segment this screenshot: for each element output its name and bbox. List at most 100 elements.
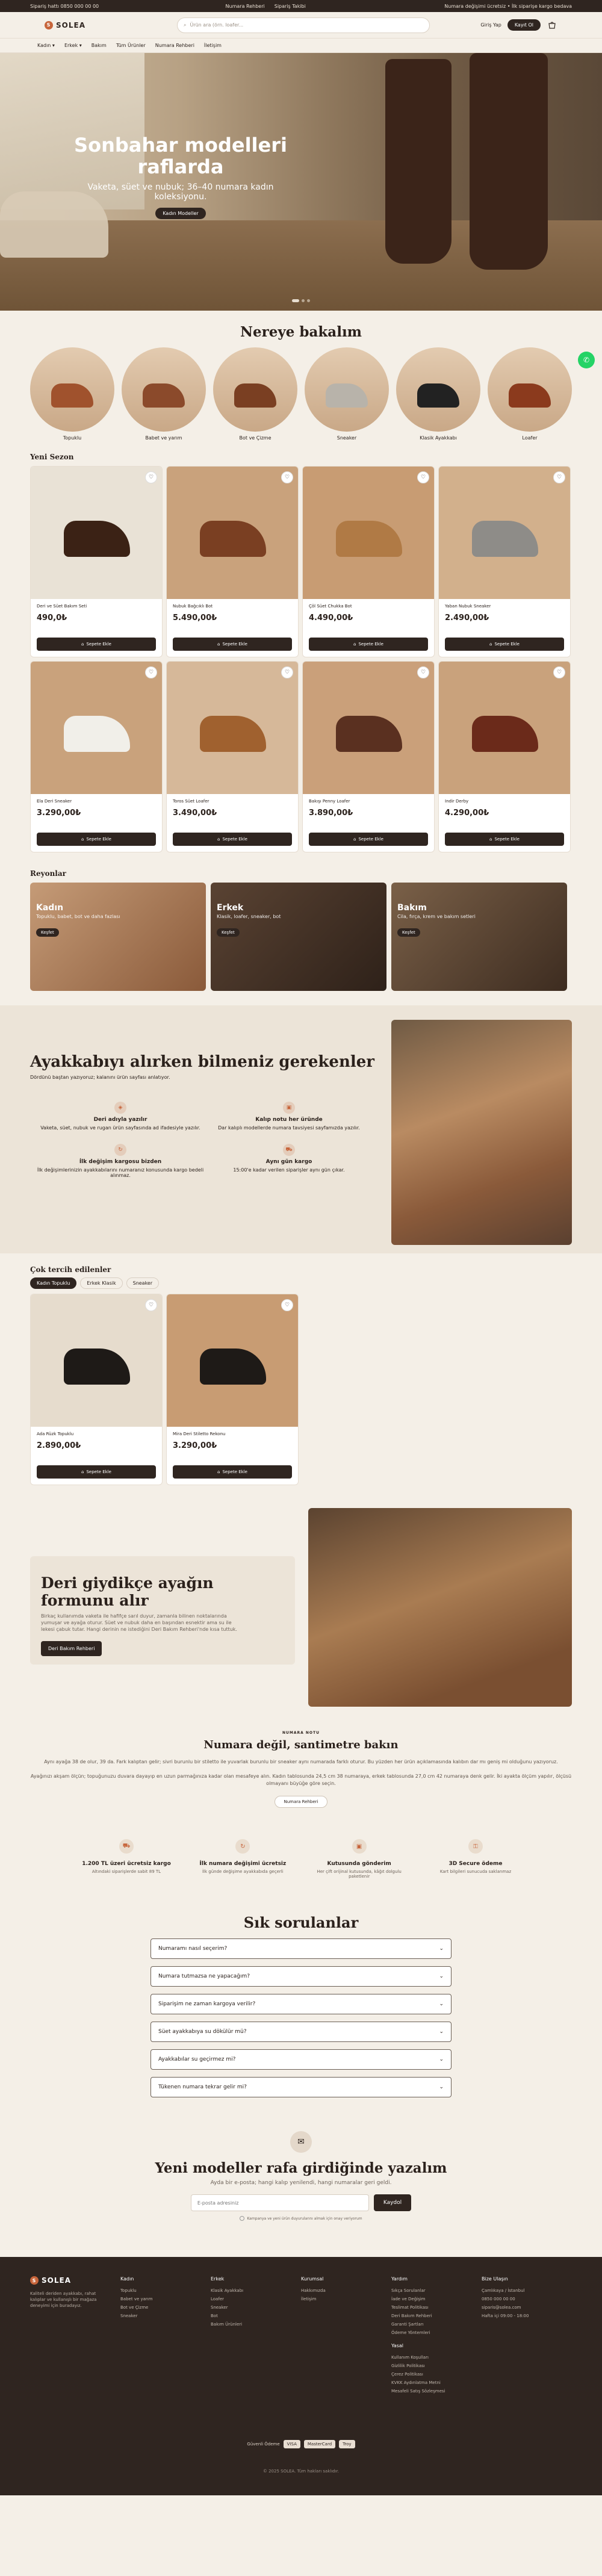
product-card[interactable]: ♡ Toros Süet Loafer 3.490,00₺ ⌂ Sepete Ek… (166, 661, 299, 852)
circle-cat-flats[interactable]: Babet ve yarım (122, 347, 206, 441)
heart-icon[interactable]: ♡ (281, 666, 293, 678)
nav-women[interactable]: Kadın ▾ (37, 43, 55, 48)
hero-cta-button[interactable]: Kadın Modeller (155, 208, 206, 219)
footer-link[interactable]: KVKK Aydınlatma Metni (391, 2379, 482, 2387)
product-card[interactable]: ♡ Deri ve Süet Bakım Seti 490,0₺ ⌂ Sepete… (30, 466, 163, 657)
footer-link[interactable]: Hafta içi 09:00 - 18:00 (482, 2312, 572, 2320)
circle-cat-loafer[interactable]: Loafer (488, 347, 572, 441)
heart-icon[interactable]: ♡ (417, 666, 429, 678)
heart-icon[interactable]: ♡ (145, 666, 157, 678)
signup-button[interactable]: Kayıt Ol (507, 19, 541, 31)
leather-guide-button[interactable]: Deri Bakım Rehberi (41, 1641, 102, 1656)
collection-women[interactable]: Kadın Topuklu, babet, bot ve daha fazlası… (30, 883, 206, 991)
footer-link[interactable]: İletişim (301, 2295, 391, 2303)
logo[interactable]: S SOLEA (45, 20, 85, 29)
footer-link[interactable]: Kullanım Koşulları (391, 2353, 482, 2362)
faq-question[interactable]: Numaramı nasıl seçerim? ⌄ (150, 1938, 452, 1959)
circle-cat-heels[interactable]: Topuklu (30, 347, 114, 441)
topbar-link-size[interactable]: Numara Rehberi (226, 4, 265, 9)
faq-question[interactable]: Tükenen numara tekrar gelir mi? ⌄ (150, 2077, 452, 2097)
footer-link[interactable]: Mesafeli Satış Sözleşmesi (391, 2387, 482, 2395)
footer-link[interactable]: İade ve Değişim (391, 2295, 482, 2303)
product-card[interactable]: ♡ Bakışı Penny Loafer 3.890,00₺ ⌂ Sepete … (302, 661, 435, 852)
tab-men-classic[interactable]: Erkek Klasik (80, 1277, 123, 1289)
add-to-cart-button[interactable]: ⌂ Sepete Ekle (37, 638, 156, 651)
footer-link[interactable]: Sneaker (120, 2312, 211, 2320)
product-card[interactable]: ♡ Çöl Süet Chukka Bot 4.490,00₺ ⌂ Sepete … (302, 466, 435, 657)
nav-size[interactable]: Numara Rehberi (155, 43, 194, 48)
heart-icon[interactable]: ♡ (145, 471, 157, 483)
add-to-cart-button[interactable]: ⌂ Sepete Ekle (173, 1465, 292, 1479)
product-card[interactable]: ♡ Yaban Nubuk Sneaker 2.490,00₺ ⌂ Sepete … (438, 466, 571, 657)
carousel-dots[interactable] (292, 299, 310, 302)
footer-link[interactable]: Hakkımızda (301, 2286, 391, 2295)
circle-cat-sneaker[interactable]: Sneaker (305, 347, 389, 441)
search-input[interactable]: ⌕ Ürün ara (örn. loafer... (176, 17, 430, 33)
footer-link[interactable]: Sıkça Sorulanlar (391, 2286, 482, 2295)
login-link[interactable]: Giriş Yap (480, 22, 501, 28)
product-card[interactable]: ♡ Ela Deri Sneaker 3.290,00₺ ⌂ Sepete Ekl… (30, 661, 163, 852)
footer-link[interactable]: Ödeme Yöntemleri (391, 2329, 482, 2337)
footer-link[interactable]: siparis@solea.com (482, 2303, 572, 2312)
add-to-cart-button[interactable]: ⌂ Sepete Ekle (445, 638, 564, 651)
footer-link[interactable]: Loafer (211, 2295, 301, 2303)
heart-icon[interactable]: ♡ (281, 471, 293, 483)
heart-icon[interactable]: ♡ (281, 1299, 293, 1311)
nav-care[interactable]: Bakım (92, 43, 107, 48)
tab-sneaker[interactable]: Sneaker (126, 1277, 160, 1289)
whatsapp-icon[interactable]: ✆ (578, 352, 595, 368)
nav-all[interactable]: Tüm Ürünler (116, 43, 146, 48)
footer-link[interactable]: Bakım Ürünleri (211, 2320, 301, 2329)
heart-icon[interactable]: ♡ (553, 471, 565, 483)
footer-logo[interactable]: SOLEA (42, 2276, 71, 2285)
hero-banner[interactable]: Sonbahar modelleri raflarda Vaketa, süet… (0, 53, 602, 311)
cart-icon[interactable] (547, 20, 557, 31)
subscribe-button[interactable]: Kaydol (373, 2194, 412, 2211)
chevron-down-icon: ⌄ (439, 1973, 444, 1979)
circle-cat-classic[interactable]: Klasik Ayakkabı (396, 347, 480, 441)
nav-men[interactable]: Erkek ▾ (64, 43, 82, 48)
product-card[interactable]: ♡ Mira Deri Stiletto Rekonu 3.290,00₺ ⌂ S… (166, 1294, 299, 1485)
footer-link[interactable]: Topuklu (120, 2286, 211, 2295)
size-guide-button[interactable]: Numara Rehberi (275, 1796, 327, 1808)
add-to-cart-button[interactable]: ⌂ Sepete Ekle (309, 833, 428, 846)
faq-question[interactable]: Numara tutmazsa ne yapacağım? ⌄ (150, 1966, 452, 1987)
faq-question[interactable]: Ayakkabılar su geçirmez mi? ⌄ (150, 2049, 452, 2070)
footer-link[interactable]: Bot (211, 2312, 301, 2320)
product-card[interactable]: ♡ Nubuk Bağcıklı Bot 5.490,00₺ ⌂ Sepete E… (166, 466, 299, 657)
footer-link[interactable]: Babet ve yarım (120, 2295, 211, 2303)
product-card[interactable]: ♡ Ada Rüzk Topuklu 2.890,00₺ ⌂ Sepete Ekl… (30, 1294, 163, 1485)
hero-boot-image (385, 59, 452, 264)
footer-link[interactable]: 0850 000 00 00 (482, 2295, 572, 2303)
footer-link[interactable]: Sneaker (211, 2303, 301, 2312)
faq-question[interactable]: Siparişim ne zaman kargoya verilir? ⌄ (150, 1994, 452, 2014)
heart-icon[interactable]: ♡ (145, 1299, 157, 1311)
topbar-link-tracking[interactable]: Sipariş Takibi (275, 4, 306, 9)
footer-link[interactable]: Bot ve Çizme (120, 2303, 211, 2312)
email-field[interactable] (190, 2194, 369, 2211)
add-to-cart-button[interactable]: ⌂ Sepete Ekle (173, 833, 292, 846)
circle-cat-boots[interactable]: Bot ve Çizme (213, 347, 297, 441)
add-to-cart-button[interactable]: ⌂ Sepete Ekle (309, 638, 428, 651)
add-to-cart-button[interactable]: ⌂ Sepete Ekle (445, 833, 564, 846)
footer-link[interactable]: Teslimat Politikası (391, 2303, 482, 2312)
add-to-cart-button[interactable]: ⌂ Sepete Ekle (173, 638, 292, 651)
footer-link[interactable]: Garanti Şartları (391, 2320, 482, 2329)
tab-women-heels[interactable]: Kadın Topuklu (30, 1277, 77, 1289)
heart-icon[interactable]: ♡ (553, 666, 565, 678)
footer-link[interactable]: Deri Bakım Rehberi (391, 2312, 482, 2320)
footer-link[interactable]: Çamlıkaya / İstanbul (482, 2286, 572, 2295)
product-card[interactable]: ♡ Indir Derby 4.290,00₺ ⌂ Sepete Ekle (438, 661, 571, 852)
consent-checkbox[interactable] (240, 2216, 245, 2221)
collection-men[interactable]: Erkek Klasik, loafer, sneaker, bot Keşfet (211, 883, 386, 991)
heart-icon[interactable]: ♡ (417, 471, 429, 483)
add-to-cart-button[interactable]: ⌂ Sepete Ekle (37, 833, 156, 846)
footer-link[interactable]: Gizlilik Politikası (391, 2362, 482, 2370)
collection-care[interactable]: Bakım Cila, fırça, krem ve bakım setleri K… (391, 883, 567, 991)
footer-link[interactable]: Çerez Politikası (391, 2370, 482, 2379)
cart-icon: ⌂ (81, 1470, 84, 1474)
nav-contact[interactable]: İletişim (204, 43, 222, 48)
footer-link[interactable]: Klasik Ayakkabı (211, 2286, 301, 2295)
faq-question[interactable]: Süet ayakkabıya su dökülür mü? ⌄ (150, 2022, 452, 2042)
add-to-cart-button[interactable]: ⌂ Sepete Ekle (37, 1465, 156, 1479)
